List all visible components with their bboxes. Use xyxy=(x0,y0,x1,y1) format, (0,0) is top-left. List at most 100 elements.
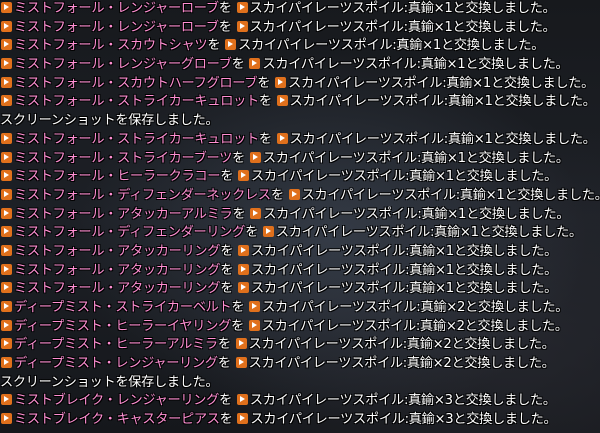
exchange-result-text: :真鍮×2と交換しました。 xyxy=(402,337,555,353)
exchange-message: ミストフォール・スカウトシャツを スカイパイレーツスポイル:真鍮×1と交換しまし… xyxy=(0,37,600,56)
reward-item-link[interactable]: スカイパイレーツスポイル xyxy=(302,188,456,203)
exchange-message: ミストフォール・レンジャーグローブを スカイパイレーツスポイル:真鍮×1と交換し… xyxy=(0,56,600,75)
particle-text: を xyxy=(231,300,245,315)
exchange-message: ディープミスト・ヒーラーアルミラを スカイパイレーツスポイル:真鍮×2と交換しま… xyxy=(0,336,600,355)
reward-item-link[interactable]: スカイパイレーツスポイル xyxy=(250,393,404,408)
item-link[interactable]: ディープミスト・ヒーラーイヤリング xyxy=(14,319,231,334)
item-link[interactable]: ミストフォール・レンジャーローブ xyxy=(14,1,219,16)
exchange-result-text: :真鍮×3と交換しました。 xyxy=(404,412,557,428)
item-link[interactable]: ミストフォール・アタッカーリング xyxy=(14,263,221,278)
item-link-icon xyxy=(1,394,12,406)
item-link-icon xyxy=(1,244,12,256)
item-link-icon xyxy=(1,95,12,107)
exchange-result-text: :真鍮×1と交換しました。 xyxy=(442,75,595,91)
item-link-icon xyxy=(1,188,12,200)
item-link-icon xyxy=(1,301,12,312)
item-link-icon xyxy=(1,20,12,32)
reward-item-link[interactable]: スカイパイレーツスポイル xyxy=(238,38,392,53)
item-link[interactable]: ミストフォール・スカウトハーフグローブ xyxy=(14,76,258,91)
item-link-icon xyxy=(248,319,260,331)
item-link-icon xyxy=(1,357,12,369)
reward-item-link[interactable]: スカイパイレーツスポイル xyxy=(290,94,444,109)
item-link[interactable]: ミストフォール・ストライカーブーツ xyxy=(14,151,232,166)
reward-item-link[interactable]: スカイパイレーツスポイル xyxy=(249,356,403,371)
item-link-icon xyxy=(1,39,12,51)
reward-item-link[interactable]: スカイパイレーツスポイル xyxy=(262,319,416,334)
item-link-icon xyxy=(238,263,249,275)
item-link-icon xyxy=(238,282,249,294)
reward-item-link[interactable]: スカイパイレーツスポイル xyxy=(288,76,442,91)
exchange-result-text: :真鍮×1と交換しました。 xyxy=(417,206,570,222)
item-link[interactable]: ディープミスト・ヒーラーアルミラ xyxy=(14,337,218,352)
particle-text: を xyxy=(218,19,232,35)
reward-item-link[interactable]: スカイパイレーツスポイル xyxy=(249,337,403,352)
reward-item-link[interactable]: スカイパイレーツスポイル xyxy=(263,151,417,166)
particle-text: を xyxy=(217,356,231,372)
item-link[interactable]: ミストフォール・ヒーラークラコー xyxy=(14,169,221,184)
reward-item-link[interactable]: スカイパイレーツスポイル xyxy=(276,225,430,240)
item-link-icon xyxy=(235,338,247,350)
item-link[interactable]: ミストフォール・ディフェンダーリング xyxy=(14,225,245,240)
particle-text: を xyxy=(258,94,272,110)
reward-item-link[interactable]: スカイパイレーツスポイル xyxy=(262,300,416,315)
reward-item-link[interactable]: スカイパイレーツスポイル xyxy=(250,1,404,16)
item-link[interactable]: ミストブレイク・レンジャーリング xyxy=(14,393,219,408)
item-link[interactable]: ミストフォール・レンジャーローブ xyxy=(14,20,219,35)
exchange-message: ミストフォール・ヒーラークラコーを スカイパイレーツスポイル:真鍮×1と交換しま… xyxy=(0,168,600,187)
exchange-message: ミストフォール・ストライカーキュロットを スカイパイレーツスポイル:真鍮×1と交… xyxy=(0,131,600,150)
particle-text: を xyxy=(231,57,245,73)
system-message: スクリーンショットを保存しました。 xyxy=(0,112,600,131)
particle-text: を xyxy=(207,38,221,54)
exchange-result-text: :真鍮×1と交換しました。 xyxy=(392,38,545,54)
particle-text: を xyxy=(218,1,232,16)
exchange-result-text: :真鍮×1と交換しました。 xyxy=(443,94,596,110)
item-link[interactable]: ミストフォール・ディフェンダーネックレス xyxy=(14,188,271,203)
item-link-icon xyxy=(236,394,248,406)
exchange-result-text: :真鍮×1と交換しました。 xyxy=(405,281,557,297)
reward-item-link[interactable]: スカイパイレーツスポイル xyxy=(251,244,405,259)
item-link[interactable]: ミストブレイク・キャスターピアス xyxy=(14,412,220,427)
item-link-icon xyxy=(1,170,12,182)
particle-text: を xyxy=(245,225,258,241)
exchange-message: ミストフォール・レンジャーローブを スカイパイレーツスポイル:真鍮×1と交換しま… xyxy=(0,19,600,38)
item-link[interactable]: ミストフォール・アタッカーリング xyxy=(14,281,221,296)
item-link-icon xyxy=(225,39,237,51)
reward-item-link[interactable]: スカイパイレーツスポイル xyxy=(250,20,404,35)
item-link[interactable]: ミストフォール・アタッカーリング xyxy=(14,244,221,259)
exchange-result-text: :真鍮×1と交換しました。 xyxy=(416,150,569,166)
item-link-icon xyxy=(1,319,12,331)
item-link[interactable]: ミストフォール・スカウトシャツ xyxy=(14,38,208,53)
item-link-icon xyxy=(262,226,274,238)
item-link-icon xyxy=(249,58,261,70)
reward-item-link[interactable]: スカイパイレーツスポイル xyxy=(250,412,404,427)
exchange-message: ミストブレイク・キャスターピアスを スカイパイレーツスポイル:真鍮×3と交換しま… xyxy=(0,411,600,430)
exchange-result-text: :真鍮×1と交換しました。 xyxy=(405,262,557,278)
system-text: スクリーンショットを保存しました。 xyxy=(0,113,219,129)
exchange-result-text: :真鍮×1と交換しました。 xyxy=(429,225,582,241)
exchange-message: ミストフォール・レンジャーローブを スカイパイレーツスポイル:真鍮×1と交換しま… xyxy=(0,0,600,19)
reward-item-link[interactable]: スカイパイレーツスポイル xyxy=(251,263,405,278)
exchange-result-text: :真鍮×2と交換しました。 xyxy=(402,356,555,372)
item-link-icon xyxy=(288,188,300,200)
item-link[interactable]: ミストフォール・ストライカーキュロット xyxy=(14,132,259,147)
chat-log[interactable]: ミストフォール・レンジャーローブを スカイパイレーツスポイル:真鍮×1と交換しま… xyxy=(0,0,600,430)
item-link[interactable]: ミストフォール・ストライカーキュロット xyxy=(14,94,259,109)
item-link-icon xyxy=(276,95,288,107)
particle-text: を xyxy=(220,281,234,297)
exchange-result-text: :真鍮×1と交換しました。 xyxy=(403,19,556,35)
item-link[interactable]: ディープミスト・ストライカーベルト xyxy=(14,300,232,315)
reward-item-link[interactable]: スカイパイレーツスポイル xyxy=(263,207,417,222)
item-link-icon xyxy=(249,151,261,163)
system-text: スクリーンショットを保存しました。 xyxy=(0,374,219,390)
exchange-result-text: :真鍮×3と交換しました。 xyxy=(403,393,556,409)
reward-item-link[interactable]: スカイパイレーツスポイル xyxy=(251,281,405,296)
exchange-result-text: :真鍮×1と交換しました。 xyxy=(455,187,600,203)
item-link[interactable]: ミストフォール・アタッカーアルミラ xyxy=(14,207,233,222)
item-link[interactable]: ディープミスト・レンジャーリング xyxy=(14,356,218,371)
reward-item-link[interactable]: スカイパイレーツスポイル xyxy=(251,169,405,184)
item-link-icon xyxy=(1,151,12,163)
item-link[interactable]: ミストフォール・レンジャーグローブ xyxy=(14,57,232,72)
reward-item-link[interactable]: スカイパイレーツスポイル xyxy=(262,57,416,72)
item-link-icon xyxy=(235,357,247,369)
reward-item-link[interactable]: スカイパイレーツスポイル xyxy=(290,132,444,147)
